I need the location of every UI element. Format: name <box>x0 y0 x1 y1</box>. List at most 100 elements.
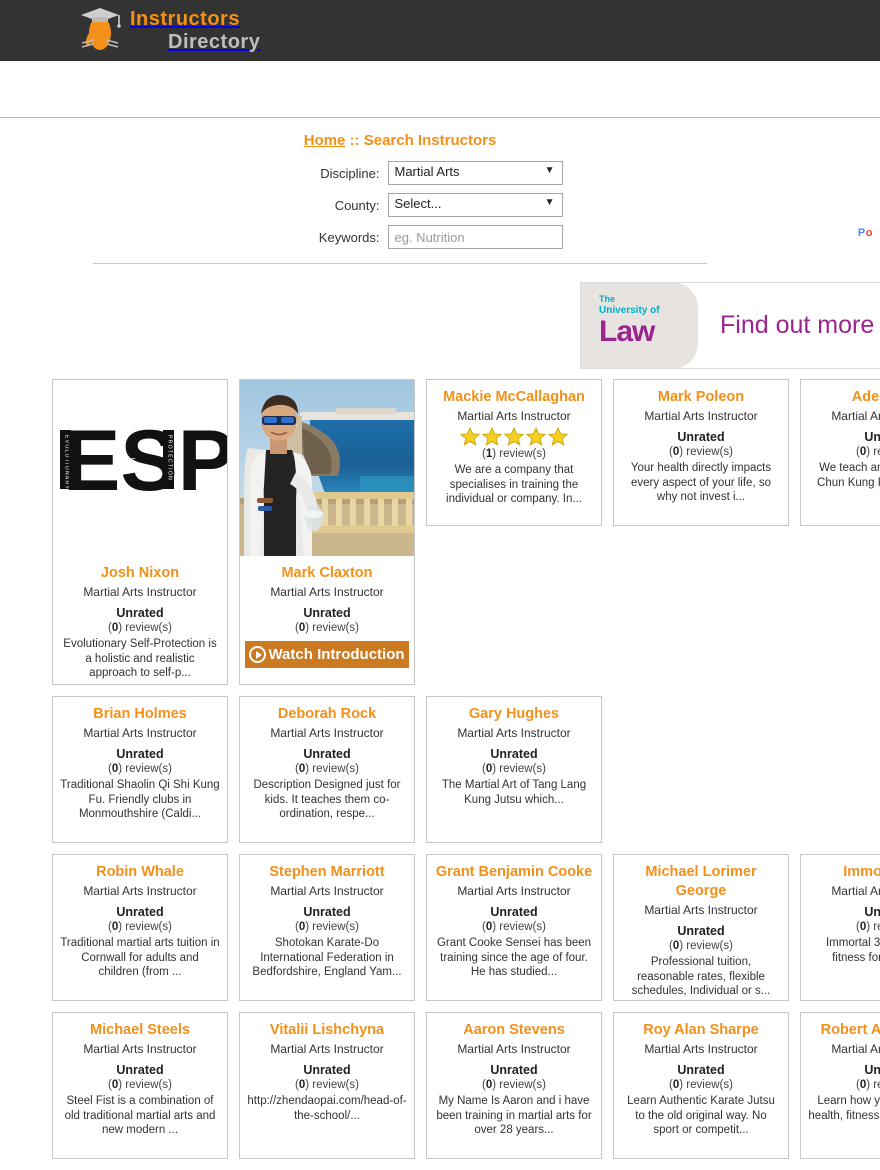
instructor-name[interactable]: Roy Alan Sharpe <box>619 1021 783 1040</box>
instructor-card[interactable]: Immortal 365 Martial Arts Instructor Unrat… <box>800 854 880 1001</box>
card-review-count: (0) review(s) <box>58 1078 222 1093</box>
instructor-rating: Unrated <box>303 606 351 620</box>
instructor-card[interactable]: EVOLUTIONARY ESP PROTECTION SELF Josh Nixon M… <box>52 379 228 685</box>
review-suffix: ) review(s) <box>492 921 546 933</box>
instructor-description: Immortal 365 health and fitness for any … <box>825 937 880 964</box>
instructor-role: Martial Arts Instructor <box>270 726 384 740</box>
card-review-count: (0) review(s) <box>806 1078 880 1093</box>
instructor-description: We teach and train in Wing Chun Kung Fu,… <box>817 462 880 489</box>
instructor-description: Steel Fist is a combination of old tradi… <box>64 1095 216 1136</box>
instructor-card[interactable]: Roy Alan Sharpe Martial Arts Instructor Un… <box>613 1012 789 1159</box>
google-powered-by-label: Po <box>857 227 873 239</box>
advertisement-banner[interactable]: The University of Law Find out more <box>580 282 880 369</box>
instructor-name[interactable]: Josh Nixon <box>58 564 222 583</box>
card-review-count: (0) review(s) <box>245 621 409 636</box>
instructor-rating: Unrated <box>490 747 538 761</box>
instructor-name[interactable]: Immortal 365 <box>806 863 880 882</box>
instructor-name[interactable]: Mackie McCallaghan <box>432 388 596 407</box>
instructor-card-body: Ade Hardy Martial Arts Instructor Unrated(… <box>801 380 880 496</box>
review-suffix: ) review(s) <box>492 1079 546 1091</box>
review-suffix: ) review(s) <box>305 763 359 775</box>
instructor-card-body: Roy Alan Sharpe Martial Arts Instructor Un… <box>614 1013 788 1144</box>
instructor-card-body: Mark Poleon Martial Arts Instructor Unrate… <box>614 380 788 511</box>
instructor-card[interactable]: Michael Steels Martial Arts Instructor Unr… <box>52 1012 228 1159</box>
instructor-card-body: Stephen Marriott Martial Arts Instructor U… <box>240 855 414 986</box>
instructor-name[interactable]: Michael Lorimer George <box>619 863 783 901</box>
watch-introduction-button[interactable]: Watch Introduction <box>245 641 409 668</box>
instructor-rating: Unrated <box>116 606 164 620</box>
instructor-photo[interactable] <box>240 380 414 556</box>
instructor-role: Martial Arts Instructor <box>644 1042 758 1056</box>
instructor-card-body: Mark Claxton Martial Arts Instructor Unrat… <box>240 556 414 674</box>
instructor-card[interactable]: Mark Claxton Martial Arts Instructor Unrat… <box>239 379 415 685</box>
instructor-card[interactable]: Deborah Rock Martial Arts Instructor Unrat… <box>239 696 415 843</box>
instructor-name[interactable]: Grant Benjamin Cooke <box>432 863 596 882</box>
instructor-name[interactable]: Stephen Marriott <box>245 863 409 882</box>
star-icon <box>459 426 481 446</box>
instructor-name[interactable]: Robin Whale <box>58 863 222 882</box>
discipline-row: Discipline: Martial Arts ▼ <box>0 161 840 185</box>
instructor-card[interactable]: Stephen Marriott Martial Arts Instructor U… <box>239 854 415 1001</box>
brand-line-instructors: Instructors <box>130 7 240 30</box>
instructor-card[interactable]: Michael Lorimer George Martial Arts Instr… <box>613 854 789 1001</box>
ad-logo-the: The <box>599 294 616 304</box>
instructor-name[interactable]: Michael Steels <box>58 1021 222 1040</box>
instructor-card[interactable]: Ade Hardy Martial Arts Instructor Unrated(… <box>800 379 880 526</box>
card-review-count: (0) review(s) <box>619 1078 783 1093</box>
instructor-card[interactable]: Brian Holmes Martial Arts Instructor Unrat… <box>52 696 228 843</box>
results-row: EVOLUTIONARY ESP PROTECTION SELF Josh Nixon M… <box>52 379 880 685</box>
instructor-card[interactable]: Mark Poleon Martial Arts Instructor Unrate… <box>613 379 789 526</box>
breadcrumb-home-link[interactable]: Home <box>304 132 346 149</box>
esp-logo-image[interactable]: EVOLUTIONARY ESP PROTECTION SELF <box>53 380 227 556</box>
card-review-count: (0) review(s) <box>245 762 409 777</box>
review-suffix: ) review(s) <box>305 921 359 933</box>
instructor-card[interactable]: Vitalii Lishchyna Martial Arts Instructor… <box>239 1012 415 1159</box>
instructor-card[interactable]: Robert Agar-Hutton Martial Arts Instructo… <box>800 1012 880 1159</box>
instructor-card[interactable]: Aaron Stevens Martial Arts Instructor Unra… <box>426 1012 602 1159</box>
keywords-input[interactable] <box>387 225 563 249</box>
keywords-label: Keywords: <box>318 229 380 245</box>
review-suffix: ) review(s) <box>492 448 546 460</box>
chevron-down-icon: ▼ <box>544 197 555 208</box>
instructor-rating: Unrated <box>116 747 164 761</box>
results-row: Michael Steels Martial Arts Instructor Unr… <box>52 1012 880 1159</box>
instructor-name[interactable]: Vitalii Lishchyna <box>245 1021 409 1040</box>
ad-cta-text: Find out more <box>720 311 875 339</box>
county-select[interactable]: Select... ▼ <box>387 193 563 217</box>
instructor-name[interactable]: Gary Hughes <box>432 705 596 724</box>
instructor-rating: Unrated <box>677 430 725 444</box>
instructor-card[interactable]: Robin Whale Martial Arts Instructor Unrate… <box>52 854 228 1001</box>
instructor-role: Martial Arts Instructor <box>83 726 197 740</box>
instructor-name[interactable]: Aaron Stevens <box>432 1021 596 1040</box>
instructor-rating: Unrated <box>116 1063 164 1077</box>
instructor-card[interactable]: Gary Hughes Martial Arts Instructor Unrate… <box>426 696 602 843</box>
instructor-description: Grant Cooke Sensei has been training sin… <box>436 937 592 978</box>
instructor-description: Traditional martial arts tuition in Corn… <box>60 937 220 978</box>
instructor-name[interactable]: Robert Agar-Hutton <box>806 1021 880 1040</box>
review-suffix: ) review(s) <box>679 1079 733 1091</box>
instructor-name[interactable]: Brian Holmes <box>58 705 222 724</box>
instructor-name[interactable]: Ade Hardy <box>806 388 880 407</box>
instructor-name[interactable]: Deborah Rock <box>245 705 409 724</box>
instructor-card-body: Robert Agar-Hutton Martial Arts Instructo… <box>801 1013 880 1129</box>
county-row: County: Select... ▼ <box>0 193 840 217</box>
instructor-description: Learn Authentic Karate Jutsu to the old … <box>627 1095 775 1136</box>
instructor-name[interactable]: Mark Poleon <box>619 388 783 407</box>
review-suffix: ) review(s) <box>118 622 172 634</box>
review-suffix: ) review(s) <box>305 1079 359 1091</box>
instructor-name[interactable]: Mark Claxton <box>245 564 409 583</box>
university-of-law-logo: The University of Law <box>581 283 698 368</box>
instructor-card[interactable]: Grant Benjamin Cooke Martial Arts Instruc… <box>426 854 602 1001</box>
site-logo-link[interactable]: Instructors Directory <box>78 3 260 55</box>
instructor-description: The Martial Art of Tang Lang Kung Jutsu … <box>441 779 587 806</box>
instructor-rating: Unrated <box>303 905 351 919</box>
instructor-role: Martial Arts Instructor <box>457 726 571 740</box>
discipline-select[interactable]: Martial Arts ▼ <box>387 161 563 185</box>
instructor-card-body: Aaron Stevens Martial Arts Instructor Unra… <box>427 1013 601 1144</box>
instructor-description: Your health directly impacts every aspec… <box>630 462 772 503</box>
card-review-count: (0) review(s) <box>245 920 409 935</box>
breadcrumb: Home :: Search Instructors <box>0 118 840 149</box>
instructor-description: Description Designed just for kids. It t… <box>253 779 401 820</box>
instructor-card-body: Brian Holmes Martial Arts Instructor Unrat… <box>53 697 227 828</box>
instructor-card[interactable]: Mackie McCallaghan Martial Arts Instructo… <box>426 379 602 526</box>
